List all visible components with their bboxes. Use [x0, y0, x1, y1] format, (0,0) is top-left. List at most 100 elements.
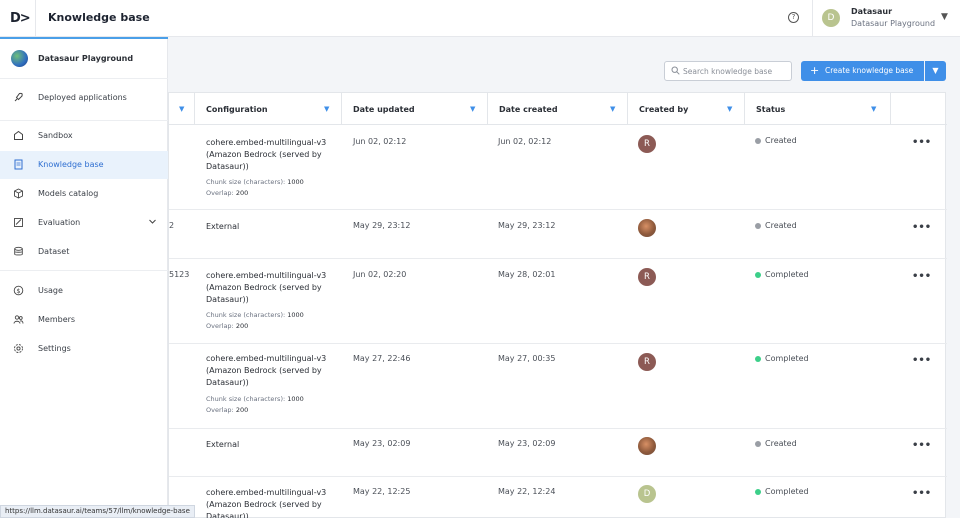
column-header-created-by[interactable]: Created by ▼ — [629, 93, 745, 125]
search-placeholder: Search knowledge base — [683, 67, 773, 76]
team-name: Datasaur Playground — [38, 54, 134, 63]
date-updated: Jun 02, 02:20 — [353, 270, 407, 279]
more-options-button[interactable]: ••• — [912, 355, 931, 366]
more-options-button[interactable]: ••• — [912, 222, 931, 233]
sidebar-item-settings[interactable]: Settings — [0, 335, 168, 363]
status-dot — [755, 223, 761, 229]
column-header-label: Date updated — [353, 105, 415, 114]
sidebar-item-knowledge-base[interactable]: Knowledge base — [0, 151, 168, 179]
column-header-configuration[interactable]: Configuration ▼ — [196, 93, 342, 125]
avatar-photo — [638, 219, 656, 237]
sidebar-item-label: Usage — [38, 286, 63, 295]
table-row[interactable]: cohere.embed-multilingual-v3 (Amazon Bed… — [169, 477, 947, 518]
name-fragment: 2 — [169, 221, 175, 230]
sidebar-item-label: Models catalog — [38, 189, 99, 198]
table-row[interactable]: 2 External May 29, 23:12 May 29, 23:12 C… — [169, 210, 947, 259]
divider — [812, 0, 813, 37]
gear-icon — [13, 343, 24, 354]
divider — [0, 120, 168, 121]
column-header-status[interactable]: Status ▼ — [746, 93, 891, 125]
configuration-model: cohere.embed-multilingual-v3 (Amazon Bed… — [206, 138, 327, 171]
rocket-icon — [13, 92, 24, 103]
sidebar-item-dataset[interactable]: Dataset — [0, 238, 168, 266]
date-updated: May 23, 02:09 — [353, 439, 411, 448]
status-dot — [755, 138, 761, 144]
status-dot — [755, 272, 761, 278]
overlap-label: Overlap: — [206, 406, 234, 414]
create-knowledge-base-label: Create knowledge base — [825, 66, 914, 75]
chunk-size-value: 1000 — [287, 311, 304, 319]
chevron-down-icon[interactable] — [148, 217, 157, 228]
avatar[interactable]: D — [822, 9, 840, 27]
configuration-model: External — [206, 440, 240, 449]
column-header-name[interactable]: ▼ — [169, 93, 195, 125]
more-options-button[interactable]: ••• — [912, 137, 931, 148]
column-header-date-updated[interactable]: Date updated ▼ — [343, 93, 488, 125]
user-name[interactable]: Datasaur — [851, 7, 892, 16]
caret-down-icon[interactable]: ▼ — [179, 105, 184, 113]
top-bar: D> Knowledge base ? D Datasaur Datasaur … — [0, 0, 960, 37]
configuration-model: External — [206, 222, 240, 231]
table-row[interactable]: 5123 cohere.embed-multilingual-v3 (Amazo… — [169, 259, 947, 344]
sidebar-item-label: Sandbox — [38, 131, 73, 140]
overlap-label: Overlap: — [206, 322, 234, 330]
caret-down-icon[interactable]: ▼ — [941, 12, 948, 22]
chunk-size-label: Chunk size (characters): — [206, 395, 286, 403]
more-options-button[interactable]: ••• — [912, 488, 931, 499]
status-dot — [755, 489, 761, 495]
status-badge: Created — [765, 136, 797, 145]
chunk-size-value: 1000 — [287, 178, 304, 186]
column-header-label: Date created — [499, 105, 558, 114]
date-created: May 22, 12:24 — [498, 487, 556, 496]
caret-down-icon[interactable]: ▼ — [324, 105, 329, 113]
column-header-date-created[interactable]: Date created ▼ — [489, 93, 628, 125]
team-logo-icon — [11, 50, 28, 67]
caret-down-icon[interactable]: ▼ — [470, 105, 475, 113]
overlap-value: 200 — [235, 406, 249, 414]
configuration-model: cohere.embed-multilingual-v3 (Amazon Bed… — [206, 354, 327, 387]
status-badge: Completed — [765, 354, 809, 363]
column-header-label: Status — [756, 105, 786, 114]
table-row[interactable]: External May 23, 02:09 May 23, 02:09 Cre… — [169, 429, 947, 477]
name-fragment: 5123 — [169, 270, 190, 279]
chunk-size-value: 1000 — [287, 395, 304, 403]
sidebar-item-label: Deployed applications — [38, 93, 127, 102]
table-row[interactable]: cohere.embed-multilingual-v3 (Amazon Bed… — [169, 344, 947, 429]
table-row[interactable]: cohere.embed-multilingual-v3 (Amazon Bed… — [169, 126, 947, 210]
document-icon — [13, 159, 24, 170]
divider — [0, 270, 168, 271]
search-icon — [671, 66, 680, 78]
team-switcher[interactable]: Datasaur Playground — [0, 39, 168, 79]
sidebar: Datasaur Playground Deployed application… — [0, 37, 168, 518]
chunk-size: Chunk size (characters): 1000 — [206, 394, 304, 405]
caret-down-icon[interactable]: ▼ — [610, 105, 615, 113]
sidebar-item-models-catalog[interactable]: Models catalog — [0, 180, 168, 208]
status-dot — [755, 356, 761, 362]
user-team[interactable]: Datasaur Playground — [851, 19, 935, 28]
column-header-label: Created by — [639, 105, 689, 114]
create-knowledge-base-button[interactable]: + Create knowledge base — [801, 61, 924, 81]
dollar-icon: $ — [13, 285, 24, 296]
create-options-dropdown-button[interactable]: ▼ — [925, 61, 946, 81]
cube-icon — [13, 188, 24, 199]
more-options-button[interactable]: ••• — [912, 271, 931, 282]
more-options-button[interactable]: ••• — [912, 440, 931, 451]
sidebar-item-label: Knowledge base — [38, 160, 104, 169]
sidebar-item-evaluation[interactable]: Evaluation — [0, 209, 168, 237]
date-created: May 23, 02:09 — [498, 439, 556, 448]
date-updated: May 29, 23:12 — [353, 221, 411, 230]
question-circle-icon[interactable]: ? — [788, 12, 799, 23]
avatar: R — [638, 353, 656, 371]
search-input[interactable]: Search knowledge base — [664, 61, 792, 81]
sidebar-item-members[interactable]: Members — [0, 306, 168, 334]
status-badge: Created — [765, 221, 797, 230]
divider — [35, 0, 36, 37]
sidebar-item-usage[interactable]: $ Usage — [0, 277, 168, 305]
date-updated: May 27, 22:46 — [353, 354, 411, 363]
sidebar-item-sandbox[interactable]: Sandbox — [0, 122, 168, 150]
caret-down-icon[interactable]: ▼ — [871, 105, 876, 113]
sidebar-item-deployed-applications[interactable]: Deployed applications — [0, 84, 168, 112]
overlap-value: 200 — [235, 322, 249, 330]
datasaur-logo[interactable]: D> — [10, 11, 31, 26]
caret-down-icon[interactable]: ▼ — [727, 105, 732, 113]
